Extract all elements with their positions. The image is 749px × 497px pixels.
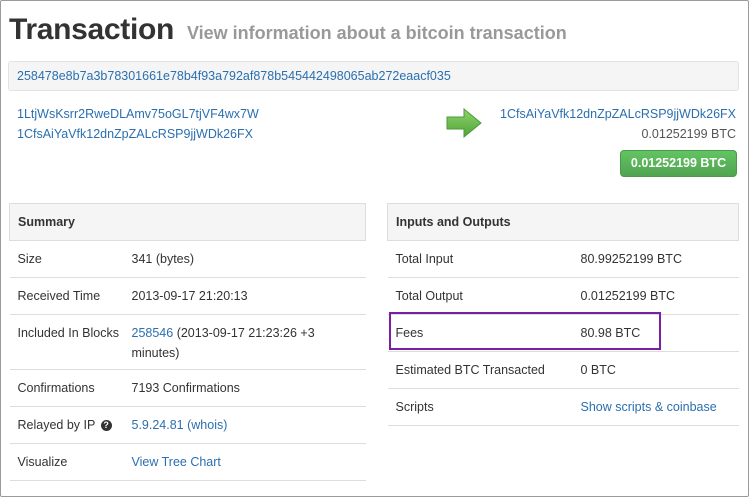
view-tree-chart-link[interactable]: View Tree Chart — [132, 455, 221, 469]
relayed-by-label: Relayed by IP ? — [9, 406, 124, 444]
visualize-value: View Tree Chart — [123, 443, 366, 481]
input-address-link[interactable]: 1LtjWsKsrr2RweDLAmv75oGL7tjVF4wx7W — [17, 107, 259, 121]
confirmations-value: 7193 Confirmations — [123, 369, 366, 407]
table-row: Visualize View Tree Chart — [9, 443, 366, 481]
relayed-by-text: Relayed by IP — [17, 418, 96, 432]
size-value: 341 (bytes) — [123, 240, 366, 278]
scripts-value: Show scripts & coinbase — [572, 388, 739, 426]
page-subtitle: View information about a bitcoin transac… — [186, 23, 567, 43]
input-addresses: 1LtjWsKsrr2RweDLAmv75oGL7tjVF4wx7W 1CfsA… — [17, 104, 259, 144]
total-amount-button[interactable]: 0.01252199 BTC — [620, 150, 737, 177]
summary-table: Summary Size 341 (bytes) Received Time 2… — [9, 203, 366, 481]
table-row: Relayed by IP ? 5.9.24.81 (whois) — [9, 406, 366, 444]
included-blocks-value: 258546 (2013-09-17 21:23:26 +3 minutes) — [123, 314, 366, 370]
arrow-right-icon — [446, 107, 482, 139]
block-link[interactable]: 258546 — [132, 326, 174, 340]
estimated-btc-label: Estimated BTC Transacted — [387, 351, 573, 389]
input-address-link[interactable]: 1CfsAiYaVfk12dnZpZALcRSP9jjWDk26FX — [17, 127, 253, 141]
table-row: Size 341 (bytes) — [9, 240, 366, 278]
table-row: Total Output 0.01252199 BTC — [387, 277, 739, 315]
show-scripts-link[interactable]: Show scripts & coinbase — [581, 400, 717, 414]
output-address-link[interactable]: 1CfsAiYaVfk12dnZpZALcRSP9jjWDk26FX — [500, 107, 736, 121]
help-icon[interactable]: ? — [100, 420, 112, 431]
table-row: Received Time 2013-09-17 21:20:13 — [9, 277, 366, 315]
received-time-label: Received Time — [9, 277, 124, 315]
relayed-by-value: 5.9.24.81 (whois) — [123, 406, 366, 444]
summary-heading: Summary — [9, 203, 366, 241]
tx-hash-link[interactable]: 258478e8b7a3b78301661e78b4f93a792af878b5… — [17, 69, 451, 83]
table-row: Estimated BTC Transacted 0 BTC — [387, 351, 739, 389]
total-input-label: Total Input — [387, 240, 573, 278]
included-blocks-label: Included In Blocks — [9, 314, 124, 370]
output-addresses: 1CfsAiYaVfk12dnZpZALcRSP9jjWDk26FX 0.012… — [500, 104, 736, 144]
estimated-btc-value: 0 BTC — [572, 351, 739, 389]
total-input-value: 80.99252199 BTC — [572, 240, 739, 278]
table-row: Included In Blocks 258546 (2013-09-17 21… — [9, 314, 366, 370]
received-time-value: 2013-09-17 21:20:13 — [123, 277, 366, 315]
visualize-label: Visualize — [9, 443, 124, 481]
scripts-label: Scripts — [387, 388, 573, 426]
output-amount: 0.01252199 BTC — [641, 127, 736, 141]
total-output-label: Total Output — [387, 277, 573, 315]
table-row: Confirmations 7193 Confirmations — [9, 369, 366, 407]
fees-highlight-box — [389, 312, 661, 350]
tx-hash-box: 258478e8b7a3b78301661e78b4f93a792af878b5… — [8, 61, 739, 91]
table-row: Total Input 80.99252199 BTC — [387, 240, 739, 278]
page-title: Transaction View information about a bit… — [9, 10, 567, 47]
size-label: Size — [9, 240, 124, 278]
total-output-value: 0.01252199 BTC — [572, 277, 739, 315]
page-title-main: Transaction — [9, 13, 175, 46]
relayed-ip-link[interactable]: 5.9.24.81 (whois) — [132, 418, 228, 432]
io-heading: Inputs and Outputs — [387, 203, 739, 241]
table-row: Scripts Show scripts & coinbase — [387, 388, 739, 426]
confirmations-label: Confirmations — [9, 369, 124, 407]
